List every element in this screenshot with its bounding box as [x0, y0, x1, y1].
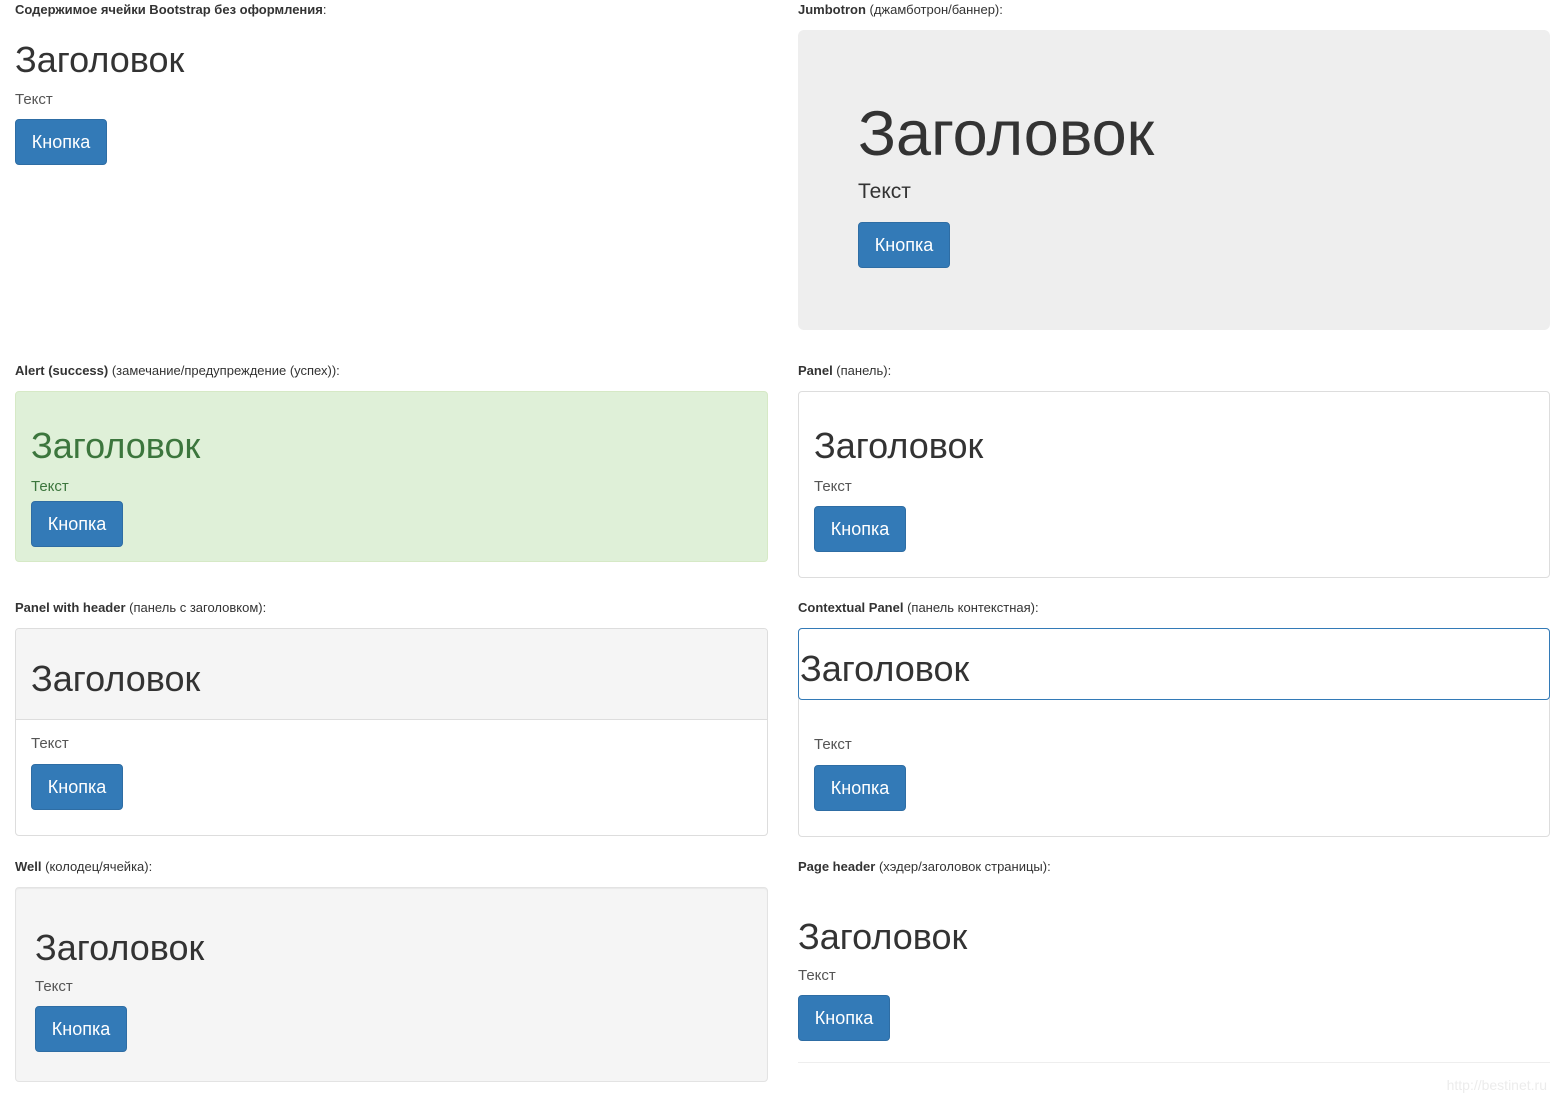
panel-text: Текст: [814, 478, 852, 495]
watermark-text: http://bestinet.ru: [1446, 1077, 1547, 1093]
alert-text: Текст: [31, 478, 69, 495]
page-header: Заголовок Текст Кнопка: [798, 887, 1550, 1063]
panel-header-heading: Заголовок: [31, 658, 201, 699]
panel-button[interactable]: Кнопка: [814, 506, 906, 552]
panel-header-bar: Заголовок: [16, 629, 767, 720]
caption-alert: Alert (success) (замечание/предупреждени…: [15, 363, 340, 378]
caption-plain: Содержимое ячейки Bootstrap без оформлен…: [15, 2, 327, 17]
alert-button[interactable]: Кнопка: [31, 501, 123, 547]
well-heading: Заголовок: [35, 927, 205, 968]
panel-heading: Заголовок: [814, 425, 984, 466]
contextual-panel-heading: Заголовок: [800, 648, 970, 689]
contextual-panel-text: Текст: [814, 736, 852, 753]
caption-panel: Panel (панель):: [798, 363, 892, 378]
plain-cell: Заголовок Текст Кнопка: [15, 30, 768, 330]
panel-header-button[interactable]: Кнопка: [31, 764, 123, 810]
alert-success: Заголовок Текст Кнопка: [15, 391, 768, 562]
jumbotron: Заголовок Текст Кнопка: [798, 30, 1550, 330]
caption-jumbotron: Jumbotron (джамботрон/баннер):: [798, 2, 1003, 17]
panel-header-text: Текст: [31, 735, 69, 752]
contextual-panel-button[interactable]: Кнопка: [814, 765, 906, 811]
page-header-heading: Заголовок: [798, 916, 968, 957]
contextual-panel-header: Заголовок: [798, 628, 1550, 700]
jumbotron-button[interactable]: Кнопка: [858, 222, 950, 268]
plain-heading: Заголовок: [15, 39, 185, 80]
well-button[interactable]: Кнопка: [35, 1006, 127, 1052]
jumbotron-text: Текст: [858, 180, 911, 203]
caption-page-header: Page header (хэдер/заголовок страницы):: [798, 859, 1051, 874]
alert-heading: Заголовок: [31, 425, 201, 466]
jumbotron-heading: Заголовок: [858, 99, 1155, 169]
page-header-text: Текст: [798, 967, 836, 984]
plain-button[interactable]: Кнопка: [15, 119, 107, 165]
well: Заголовок Текст Кнопка: [15, 887, 768, 1082]
panel-with-header: Заголовок Текст Кнопка: [15, 628, 768, 836]
panel: Заголовок Текст Кнопка: [798, 391, 1550, 578]
caption-contextual-panel: Contextual Panel (панель контекстная):: [798, 600, 1039, 615]
caption-panel-header: Panel with header (панель с заголовком):: [15, 600, 267, 615]
caption-well: Well (колодец/ячейка):: [15, 859, 153, 874]
page-header-button[interactable]: Кнопка: [798, 995, 890, 1041]
well-text: Текст: [35, 978, 73, 995]
contextual-panel: Заголовок Текст Кнопка: [798, 628, 1550, 837]
plain-text: Текст: [15, 91, 53, 108]
